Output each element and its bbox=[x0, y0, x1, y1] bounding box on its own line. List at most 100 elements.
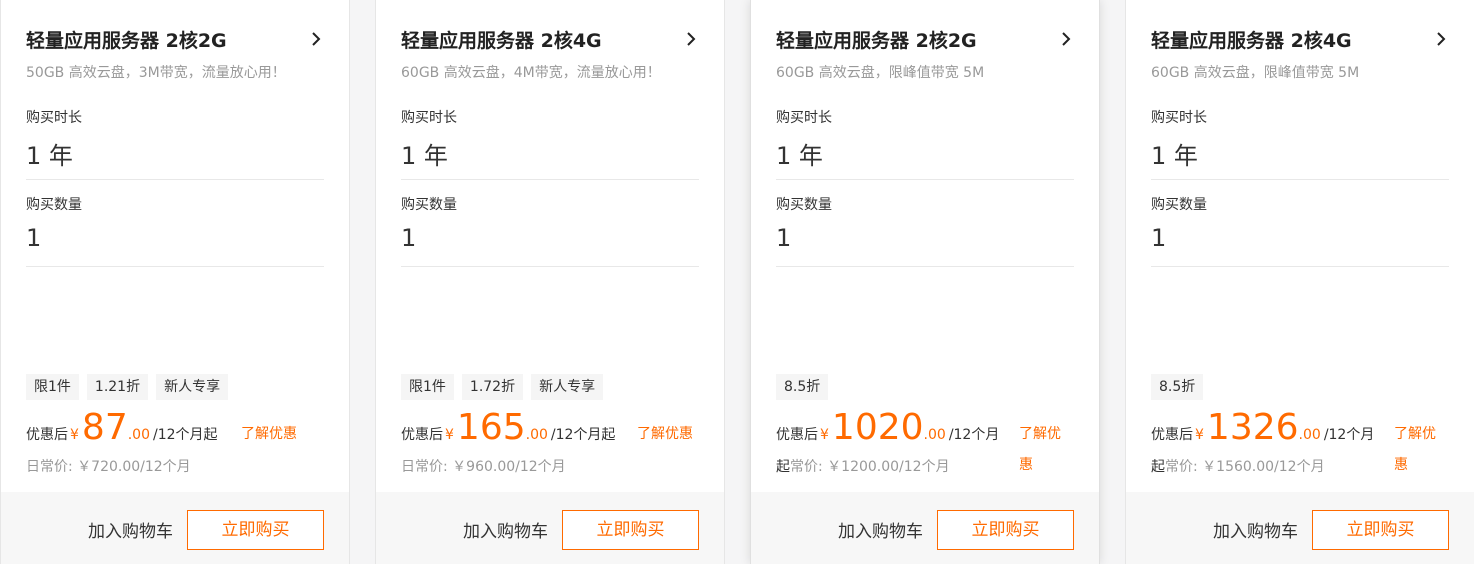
price-label: 优惠后 bbox=[26, 427, 68, 443]
add-to-cart-button[interactable]: 加入购物车 bbox=[88, 517, 173, 542]
orig-prefix: 起 bbox=[776, 459, 790, 475]
product-subtitle: 60GB 高效云盘，限峰值带宽 5M bbox=[776, 65, 985, 81]
add-to-cart-button[interactable]: 加入购物车 bbox=[1213, 517, 1298, 542]
tag-discount: 1.72折 bbox=[461, 374, 524, 400]
original-price: 起常价: ￥1560.00/12个月 bbox=[1151, 456, 1325, 476]
buy-now-button[interactable]: 立即购买 bbox=[937, 510, 1074, 550]
card-footer: 加入购物车 立即购买 bbox=[1, 492, 349, 564]
quantity-input[interactable]: 1 bbox=[776, 224, 791, 252]
duration-select[interactable]: 1 年 bbox=[26, 136, 73, 171]
buy-now-button[interactable]: 立即购买 bbox=[562, 510, 699, 550]
price-line: 优惠后 ¥ 165 .00 /12个月起 bbox=[401, 408, 615, 448]
card-footer: 加入购物车 立即购买 bbox=[376, 492, 724, 564]
price-label: 优惠后 bbox=[776, 427, 818, 443]
currency-symbol: ¥ bbox=[1195, 427, 1204, 443]
orig-prefix: 起 bbox=[1151, 459, 1165, 475]
divider bbox=[776, 179, 1074, 180]
tag-discount: 8.5折 bbox=[776, 374, 829, 400]
price-value: 1020 bbox=[831, 407, 924, 448]
price-label: 优惠后 bbox=[1151, 427, 1193, 443]
chevron-right-icon[interactable] bbox=[309, 32, 323, 46]
currency-symbol: ¥ bbox=[70, 427, 79, 443]
duration-select[interactable]: 1 年 bbox=[776, 136, 823, 171]
product-card: 轻量应用服务器 2核2G 60GB 高效云盘，限峰值带宽 5M 购买时长 1 年… bbox=[750, 0, 1100, 564]
tag-list: 限1件 1.21折 新人专享 bbox=[26, 374, 229, 400]
learn-discount-link[interactable]: 了解优惠 bbox=[241, 419, 297, 450]
chevron-right-icon[interactable] bbox=[684, 32, 698, 46]
price-line: 优惠后 ¥ 1326 .00 /12个月 bbox=[1151, 408, 1374, 448]
divider bbox=[401, 179, 699, 180]
orig-text: 日常价: ￥960.00/12个月 bbox=[401, 459, 566, 475]
tag-list: 限1件 1.72折 新人专享 bbox=[401, 374, 604, 400]
original-price: 日常价: ￥960.00/12个月 bbox=[401, 456, 566, 476]
quantity-label: 购买数量 bbox=[1151, 197, 1207, 213]
chevron-right-icon[interactable] bbox=[1059, 32, 1073, 46]
tag-limit: 限1件 bbox=[26, 374, 79, 400]
original-price: 起常价: ￥1200.00/12个月 bbox=[776, 456, 950, 476]
divider bbox=[26, 179, 324, 180]
quantity-input[interactable]: 1 bbox=[26, 224, 41, 252]
learn-discount-link[interactable]: 了解优惠 bbox=[1394, 419, 1444, 481]
duration-select[interactable]: 1 年 bbox=[401, 136, 448, 171]
price-line: 优惠后 ¥ 1020 .00 /12个月 bbox=[776, 408, 999, 448]
add-to-cart-button[interactable]: 加入购物车 bbox=[838, 517, 923, 542]
tag-list: 8.5折 bbox=[1151, 374, 1204, 400]
price-unit: /12个月起 bbox=[550, 427, 616, 443]
price-line: 优惠后 ¥ 87 .00 /12个月起 bbox=[26, 408, 218, 448]
currency-symbol: ¥ bbox=[445, 427, 454, 443]
duration-label: 购买时长 bbox=[26, 110, 82, 126]
product-title[interactable]: 轻量应用服务器 2核4G bbox=[401, 26, 602, 53]
product-subtitle: 60GB 高效云盘，限峰值带宽 5M bbox=[1151, 65, 1360, 81]
price-label: 优惠后 bbox=[401, 427, 443, 443]
product-subtitle: 60GB 高效云盘，4M带宽，流量放心用！ bbox=[401, 65, 661, 81]
divider bbox=[1151, 179, 1449, 180]
quantity-label: 购买数量 bbox=[776, 197, 832, 213]
tag-newcomer: 新人专享 bbox=[531, 374, 604, 400]
price-cents: .00 bbox=[923, 427, 946, 443]
chevron-right-icon[interactable] bbox=[1434, 32, 1448, 46]
divider bbox=[401, 266, 699, 267]
divider bbox=[26, 266, 324, 267]
currency-symbol: ¥ bbox=[820, 427, 829, 443]
tag-discount: 8.5折 bbox=[1151, 374, 1204, 400]
quantity-input[interactable]: 1 bbox=[1151, 224, 1166, 252]
tag-discount: 1.21折 bbox=[86, 374, 149, 400]
price-cents: .00 bbox=[1298, 427, 1321, 443]
divider bbox=[1151, 266, 1449, 267]
add-to-cart-button[interactable]: 加入购物车 bbox=[463, 517, 548, 542]
card-footer: 加入购物车 立即购买 bbox=[1126, 492, 1474, 564]
orig-text: 常价: ￥1200.00/12个月 bbox=[790, 459, 950, 475]
price-cents: .00 bbox=[127, 427, 150, 443]
price-value: 87 bbox=[81, 407, 128, 448]
product-title[interactable]: 轻量应用服务器 2核2G bbox=[26, 26, 227, 53]
buy-now-button[interactable]: 立即购买 bbox=[187, 510, 324, 550]
product-card: 轻量应用服务器 2核2G 50GB 高效云盘，3M带宽，流量放心用！ 购买时长 … bbox=[0, 0, 350, 564]
orig-text: 日常价: ￥720.00/12个月 bbox=[26, 459, 191, 475]
duration-select[interactable]: 1 年 bbox=[1151, 136, 1198, 171]
orig-text: 常价: ￥1560.00/12个月 bbox=[1165, 459, 1325, 475]
product-card: 轻量应用服务器 2核4G 60GB 高效云盘，4M带宽，流量放心用！ 购买时长 … bbox=[375, 0, 725, 564]
duration-label: 购买时长 bbox=[401, 110, 457, 126]
quantity-input[interactable]: 1 bbox=[401, 224, 416, 252]
tag-limit: 限1件 bbox=[401, 374, 454, 400]
duration-label: 购买时长 bbox=[776, 110, 832, 126]
duration-label: 购买时长 bbox=[1151, 110, 1207, 126]
quantity-label: 购买数量 bbox=[26, 197, 82, 213]
divider bbox=[776, 266, 1074, 267]
learn-discount-link[interactable]: 了解优惠 bbox=[637, 419, 693, 450]
product-card: 轻量应用服务器 2核4G 60GB 高效云盘，限峰值带宽 5M 购买时长 1 年… bbox=[1125, 0, 1474, 564]
price-unit: /12个月起 bbox=[153, 427, 218, 443]
product-title[interactable]: 轻量应用服务器 2核2G bbox=[776, 26, 977, 53]
price-value: 1326 bbox=[1206, 407, 1299, 448]
original-price: 日常价: ￥720.00/12个月 bbox=[26, 456, 191, 476]
tag-list: 8.5折 bbox=[776, 374, 829, 400]
price-unit: /12个月 bbox=[1323, 427, 1375, 443]
learn-discount-link[interactable]: 了解优惠 bbox=[1019, 419, 1069, 481]
product-subtitle: 50GB 高效云盘，3M带宽，流量放心用！ bbox=[26, 65, 286, 81]
card-footer: 加入购物车 立即购买 bbox=[751, 492, 1099, 564]
product-title[interactable]: 轻量应用服务器 2核4G bbox=[1151, 26, 1352, 53]
buy-now-button[interactable]: 立即购买 bbox=[1312, 510, 1449, 550]
price-cents: .00 bbox=[525, 427, 548, 443]
quantity-label: 购买数量 bbox=[401, 197, 457, 213]
price-value: 165 bbox=[456, 407, 526, 448]
